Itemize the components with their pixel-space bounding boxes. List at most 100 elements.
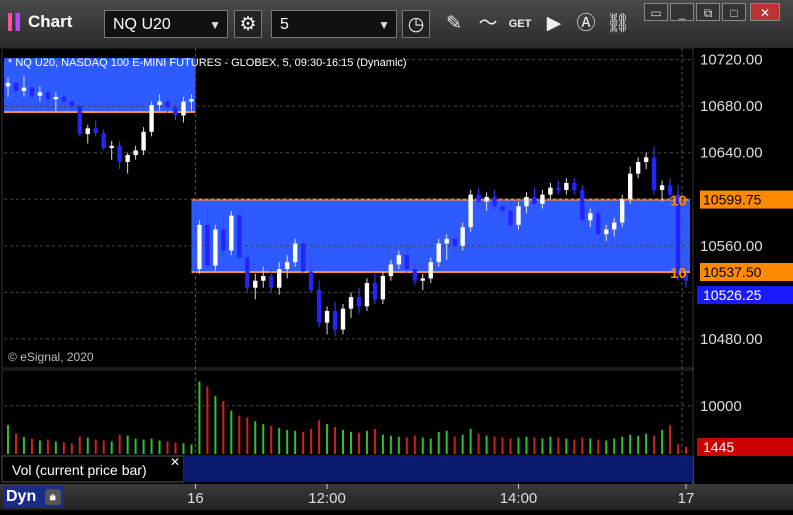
candle-body xyxy=(643,157,649,163)
restore-icon[interactable]: ⧉ xyxy=(696,3,720,21)
candle-body xyxy=(308,271,314,291)
candle-body xyxy=(173,107,178,116)
volume-y-tick-label: 10000 xyxy=(700,398,742,415)
candle-body xyxy=(540,194,545,204)
alert-icon[interactable]: Ⓐ xyxy=(572,10,600,38)
time-axis: 16 12:00 14:00 17 xyxy=(187,484,695,507)
play-icon[interactable]: ▶ xyxy=(540,10,568,38)
candle-body xyxy=(524,196,529,207)
link-icon[interactable]: ⛓ xyxy=(604,10,632,38)
candle-body xyxy=(61,96,67,102)
y-tick-label: 10480.00 xyxy=(700,331,763,348)
candle-body xyxy=(117,145,122,163)
candle-body xyxy=(516,206,521,225)
candle-body xyxy=(165,101,170,108)
candle-body xyxy=(548,187,553,195)
candle-body xyxy=(556,187,561,190)
candle-body xyxy=(372,283,378,300)
candle-body xyxy=(588,213,593,221)
candle-body xyxy=(237,215,242,258)
line-chart-icon[interactable]: 〜 xyxy=(474,10,502,38)
candle-body xyxy=(604,229,609,235)
candle-body xyxy=(149,105,154,132)
candle-body xyxy=(364,283,370,307)
minimize-icon[interactable]: _ xyxy=(670,3,694,21)
candle-body xyxy=(21,87,27,92)
pin-icon[interactable]: ▭ xyxy=(644,3,668,21)
chart-svg: 10720.0010680.0010640.0010600.0010560.00… xyxy=(0,47,793,510)
candle-body xyxy=(340,308,346,330)
candle-body xyxy=(300,243,306,272)
candle-body xyxy=(332,310,338,330)
candle-body xyxy=(269,276,274,288)
candle-body xyxy=(13,82,19,92)
candle-body xyxy=(324,310,330,323)
candle-body xyxy=(109,145,114,149)
candle-body xyxy=(205,224,210,266)
time-axis-bar: Dyn 🔒︎ 16 12:00 14:00 17 xyxy=(0,484,793,510)
candle-body xyxy=(388,264,394,277)
candle-body xyxy=(197,224,202,270)
interval-select[interactable]: 5 ▼ xyxy=(271,10,397,38)
candle-body xyxy=(500,206,505,211)
candle-body xyxy=(85,128,90,135)
x-tick-label: 12:00 xyxy=(308,490,346,507)
get-icon[interactable]: GET xyxy=(506,10,534,38)
price-line-tag: 10 xyxy=(670,265,687,282)
chart-area[interactable]: 10720.0010680.0010640.0010600.0010560.00… xyxy=(0,47,793,510)
candle-body xyxy=(572,182,577,190)
candle-body xyxy=(292,243,298,263)
candle-body xyxy=(580,189,585,221)
candle-body xyxy=(508,210,513,225)
candle-body xyxy=(627,173,633,200)
close-icon[interactable]: ✕ xyxy=(750,3,780,21)
candle-body xyxy=(277,269,282,288)
candle-body xyxy=(492,196,497,207)
pencil-icon[interactable]: ✎ xyxy=(440,10,468,38)
candle-body xyxy=(436,243,441,263)
candle-body xyxy=(125,155,130,163)
x-tick-label: 16 xyxy=(187,490,204,507)
x-tick-label: 14:00 xyxy=(500,490,538,507)
candle-body xyxy=(564,182,569,190)
volume-study-label: Vol (current price bar) xyxy=(12,462,147,478)
last-volume-value: 1445 xyxy=(703,439,734,455)
maximize-icon[interactable]: □ xyxy=(722,3,746,21)
y-tick-label: 10680.00 xyxy=(700,98,763,115)
candle-body xyxy=(380,276,386,300)
candle-body xyxy=(213,229,218,266)
settings-gear-icon[interactable]: ⚙ xyxy=(234,10,262,38)
y-tick-label: 10640.00 xyxy=(700,145,763,162)
clock-icon[interactable]: ◷ xyxy=(402,10,430,38)
title-bar: Chart NQ U20 ▼ ⚙ 5 ▼ ◷ ✎ 〜 GET ▶ Ⓐ ⛓ ▭ _… xyxy=(0,0,793,49)
chevron-down-icon: ▼ xyxy=(378,18,390,32)
close-study-icon[interactable]: ✕ xyxy=(170,455,180,469)
candle-body xyxy=(141,131,146,151)
candle-body xyxy=(93,128,98,133)
copyright-text: © eSignal, 2020 xyxy=(8,350,94,364)
candle-body xyxy=(133,150,138,156)
candle-body xyxy=(29,87,35,96)
y-tick-label: 10560.00 xyxy=(700,238,763,255)
x-tick-label: 17 xyxy=(678,490,695,507)
candle-body xyxy=(659,185,665,190)
candle-body xyxy=(261,276,266,281)
candle-body xyxy=(181,101,186,116)
candle-body xyxy=(444,238,449,244)
candle-body xyxy=(532,196,537,204)
app-title-label: Chart xyxy=(28,12,73,31)
study-bar xyxy=(184,456,693,482)
candle-body xyxy=(651,157,657,190)
candle-body xyxy=(229,215,234,251)
price-line-tag: 10 xyxy=(670,193,687,210)
symbol-select[interactable]: NQ U20 ▼ xyxy=(104,10,228,38)
candle-body xyxy=(460,227,465,246)
chart-title: * NQ U20, NASDAQ 100 E-MINI FUTURES - GL… xyxy=(8,57,407,69)
candle-body xyxy=(476,194,481,202)
candle-body xyxy=(420,278,425,281)
candle-body xyxy=(253,280,258,288)
candle-body xyxy=(396,255,402,265)
candle-body xyxy=(101,132,106,149)
y-tick-label: 10720.00 xyxy=(700,52,763,69)
candle-body xyxy=(348,297,354,309)
